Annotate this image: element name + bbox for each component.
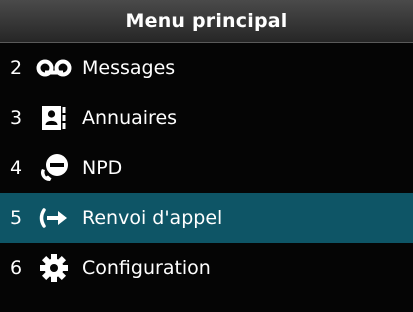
gear-icon (34, 252, 74, 284)
menu-item-renvoi-d-appel[interactable]: 5 Renvoi d'appel (0, 193, 413, 243)
menu-item-number: 6 (10, 257, 23, 279)
menu-item-number: 5 (10, 207, 23, 229)
title-bar: Menu principal (0, 0, 413, 43)
call-forward-icon (34, 202, 74, 234)
menu-item-configuration[interactable]: 6 Configuration (0, 243, 413, 293)
menu-item-number: 4 (10, 157, 23, 179)
menu-item-label: NPD (82, 157, 123, 179)
main-menu: 2 Messages 3 Annuaires 4 NPD 5 Renvoi d'… (0, 43, 413, 293)
menu-item-messages[interactable]: 2 Messages (0, 43, 413, 93)
menu-item-label: Annuaires (82, 107, 178, 129)
menu-item-label: Renvoi d'appel (82, 207, 223, 229)
menu-item-label: Configuration (82, 257, 211, 279)
menu-item-annuaires[interactable]: 3 Annuaires (0, 93, 413, 143)
menu-item-number: 2 (10, 57, 23, 79)
page-title: Menu principal (125, 10, 288, 32)
menu-item-label: Messages (82, 57, 176, 79)
menu-item-number: 3 (10, 107, 23, 129)
address-book-icon (34, 102, 74, 134)
menu-item-npd[interactable]: 4 NPD (0, 143, 413, 193)
do-not-disturb-icon (34, 152, 74, 184)
voicemail-icon (34, 52, 74, 84)
phone-screen: Menu principal 2 Messages 3 Annuaires 4 … (0, 0, 413, 312)
